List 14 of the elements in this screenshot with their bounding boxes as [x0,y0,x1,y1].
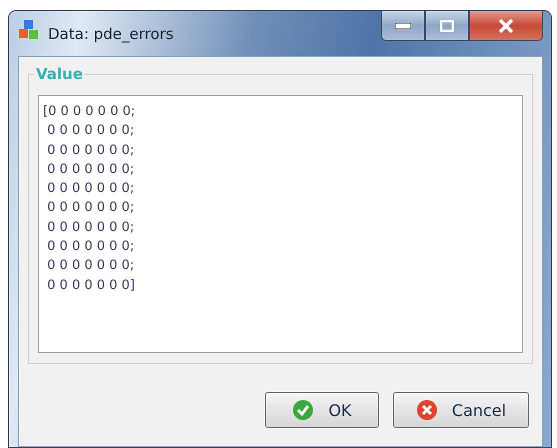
minimize-button[interactable] [381,11,425,41]
close-icon [498,18,514,32]
ok-button[interactable]: OK [265,392,379,428]
minimize-icon [395,22,411,28]
cubes-icon [18,19,40,41]
close-button[interactable] [469,11,543,41]
value-field[interactable]: [0 0 0 0 0 0 0; 0 0 0 0 0 0 0; 0 0 0 0 0 0 0; 0 0 0 0 0 0 0; 0 0 0 0 0 0 0; 0 0 0 0 0 0 0; 0 0 0 0 0 0 0; 0 0 0 0 0 0 0; 0 0 0 0 0 0 0; 0 0 0 0 0 0 0] [38,95,523,353]
maximize-icon [440,20,454,32]
close-icon [416,399,438,421]
window-title: Data: pde_errors [48,25,175,43]
group-legend: Value [34,65,85,83]
maximize-button[interactable] [425,11,469,41]
checkmark-icon [292,399,314,421]
cancel-button[interactable]: Cancel [393,392,529,428]
